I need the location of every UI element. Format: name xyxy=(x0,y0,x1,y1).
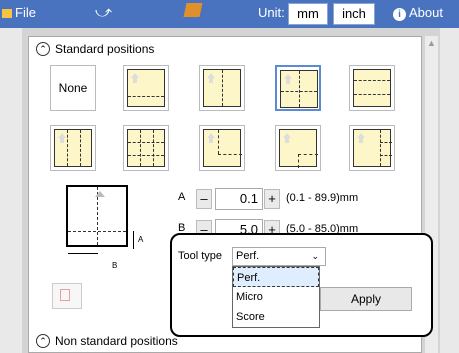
arrow-icon xyxy=(58,133,66,143)
position-corner-l[interactable] xyxy=(199,125,245,171)
standard-positions-header[interactable]: ⌃ Standard positions xyxy=(36,42,154,56)
a-plus-button[interactable]: + xyxy=(264,189,280,209)
file-menu[interactable]: File xyxy=(2,5,36,20)
tool-type-label: Tool type xyxy=(178,250,223,262)
info-icon: i xyxy=(393,8,406,21)
tool-type-options: Perf. Micro Score xyxy=(232,266,320,328)
position-corner-small[interactable] xyxy=(275,125,321,171)
arrow-icon xyxy=(283,133,291,143)
tool-type-select[interactable]: Perf. ⌄ xyxy=(232,247,326,266)
a-range: (0.1 - 89.9)mm xyxy=(286,192,359,204)
about-button[interactable]: i About xyxy=(393,5,443,21)
a-minus-button[interactable]: – xyxy=(196,189,212,209)
option-micro[interactable]: Micro xyxy=(233,287,319,307)
position-side-ticks[interactable] xyxy=(349,125,395,171)
collapse-icon[interactable]: ⌃ xyxy=(36,42,50,56)
arrow-icon xyxy=(131,73,139,83)
dimension-diagram: A B xyxy=(64,183,154,273)
apply-button[interactable]: Apply xyxy=(320,287,412,311)
position-bottom-line[interactable] xyxy=(123,65,169,111)
position-vertical-line[interactable] xyxy=(199,65,245,111)
section-title: Non standard positions xyxy=(55,334,178,348)
a-value-input[interactable]: 0.1 xyxy=(215,188,263,210)
position-none[interactable]: None xyxy=(50,65,96,111)
unit-inch-button[interactable]: inch xyxy=(333,3,375,25)
non-standard-positions-header[interactable]: ⌃ Non standard positions xyxy=(36,334,178,348)
position-cross[interactable] xyxy=(275,65,321,111)
grid-tool-icon[interactable] xyxy=(183,3,203,20)
collapse-icon[interactable]: ⌃ xyxy=(36,334,50,348)
scroll-up-icon[interactable]: ▲ xyxy=(427,38,436,48)
position-two-lines[interactable] xyxy=(349,65,395,111)
arrow-icon xyxy=(207,133,215,143)
card-feed-icon[interactable] xyxy=(52,283,82,309)
arrow-icon xyxy=(95,191,105,197)
a-label: A xyxy=(178,191,186,203)
toolbar: File ⤻ Unit: mm inch i About xyxy=(0,0,459,28)
arrow-icon xyxy=(207,73,215,83)
arrow-icon xyxy=(357,133,365,143)
unit-label: Unit: xyxy=(258,5,285,20)
section-title: Standard positions xyxy=(55,42,155,56)
position-two-verticals[interactable] xyxy=(50,125,96,171)
unit-mm-button[interactable]: mm xyxy=(288,3,328,25)
undo-icon[interactable]: ⤻ xyxy=(95,4,112,22)
folder-icon xyxy=(2,9,12,18)
option-perf[interactable]: Perf. xyxy=(233,267,319,287)
position-grid[interactable] xyxy=(123,125,169,171)
option-score[interactable]: Score xyxy=(233,307,319,327)
arrow-icon xyxy=(284,74,292,84)
chevron-down-icon: ⌄ xyxy=(311,251,319,261)
